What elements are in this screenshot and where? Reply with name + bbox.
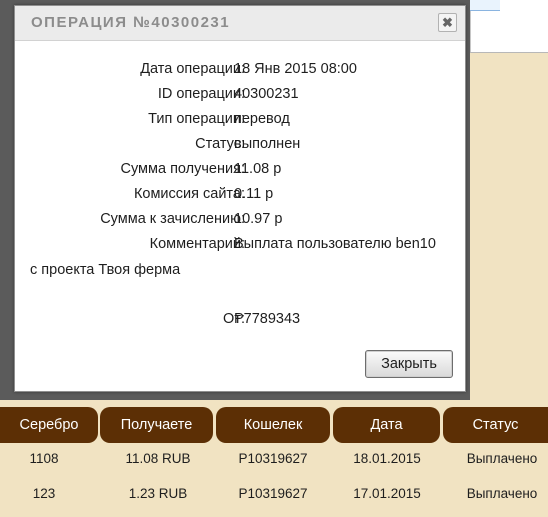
- field-value: 40300231: [234, 86, 299, 102]
- field-row-commission: Комиссия сайта: 0.11 р: [15, 186, 465, 206]
- field-value: Выплата пользователю ben10: [234, 236, 436, 252]
- field-value: перевод: [234, 111, 290, 127]
- column-header-status: Статус: [443, 407, 548, 443]
- field-value: 10.97 р: [234, 211, 283, 227]
- field-label: Сумма к зачислению:: [100, 211, 245, 227]
- field-label: Комментарий:: [149, 236, 245, 252]
- table-cell: 18.01.2015: [353, 451, 421, 466]
- field-value: 11.08 р: [234, 161, 282, 177]
- table-cell: 123: [32, 486, 56, 501]
- column-header-date: Дата: [333, 407, 440, 443]
- field-label: Сумма получения:: [120, 161, 245, 177]
- field-label: Дата операции:: [140, 61, 245, 77]
- table-cell: 1.23 RUB: [128, 486, 188, 501]
- field-row-credit: Сумма к зачислению: 10.97 р: [15, 211, 465, 231]
- column-header-receive: Получаете: [100, 407, 213, 443]
- background-page-area: [470, 0, 548, 53]
- dialog-title: ОПЕРАЦИЯ №40300231: [31, 14, 231, 31]
- dialog-titlebar: ОПЕРАЦИЯ №40300231 ✖: [15, 6, 465, 41]
- field-label: Комиссия сайта:: [133, 186, 245, 202]
- field-row-status: Статус: выполнен: [15, 136, 465, 156]
- table-cell: P10319627: [238, 451, 308, 466]
- field-value: P7789343: [234, 311, 301, 327]
- table-cell: 17.01.2015: [353, 486, 421, 501]
- close-icon[interactable]: ✖: [438, 13, 457, 32]
- field-row-comment: Комментарий: Выплата пользователю ben10: [15, 236, 465, 256]
- background-selection: [470, 0, 500, 11]
- operation-dialog: ОПЕРАЦИЯ №40300231 ✖ Дата операции: 18 Я…: [14, 5, 466, 392]
- close-button[interactable]: Закрыть: [365, 350, 453, 378]
- column-header-wallet: Кошелек: [216, 407, 330, 443]
- field-row-id: ID операции: 40300231: [15, 86, 465, 106]
- field-label: Тип операции:: [148, 111, 245, 127]
- field-row-amount: Сумма получения: 11.08 р: [15, 161, 465, 181]
- table-cell: Выплачено: [466, 451, 538, 466]
- field-value: 18 Янв 2015 08:00: [234, 61, 357, 77]
- comment-continuation: с проекта Твоя ферма: [30, 262, 181, 278]
- table-cell: Выплачено: [466, 486, 538, 501]
- column-header-silver: Серебро: [0, 407, 98, 443]
- field-row-from: От: P7789343: [15, 311, 465, 331]
- field-row-type: Тип операции: перевод: [15, 111, 465, 131]
- table-header: Серебро Получаете Кошелек Дата Статус: [0, 407, 548, 443]
- table-cell: 1108: [29, 451, 59, 466]
- table-cell: 11.08 RUB: [125, 451, 191, 466]
- field-row-date: Дата операции: 18 Янв 2015 08:00: [15, 61, 465, 81]
- field-value: 0.11 р: [234, 186, 274, 202]
- field-value: выполнен: [234, 136, 301, 152]
- table-cell: P10319627: [238, 486, 308, 501]
- field-label: ID операции:: [157, 86, 245, 102]
